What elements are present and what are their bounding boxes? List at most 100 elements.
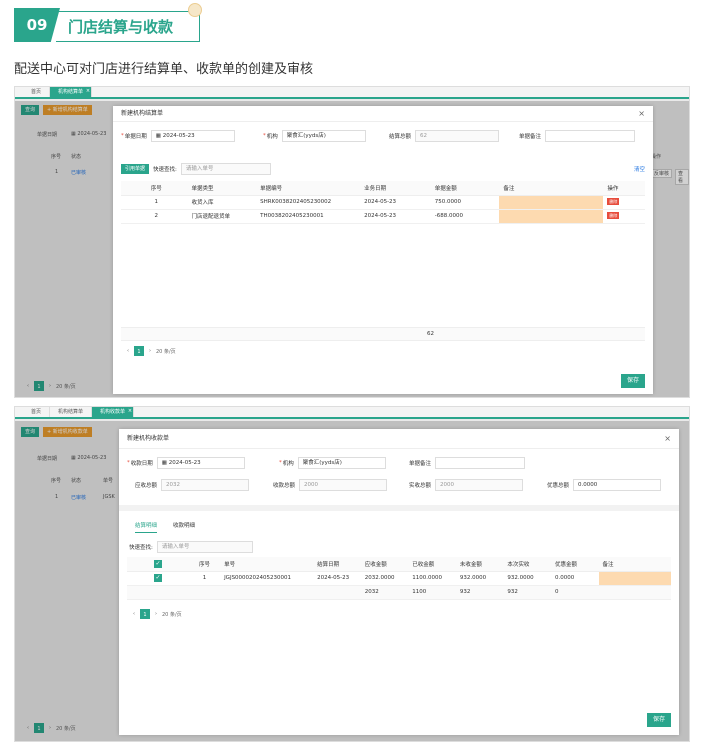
receipt-modal: 新建机构收款单 × * 收款日期 ▦ 2024-05-23 * 机构 聚食汇(yyds店)… <box>119 429 679 735</box>
modal-title-text: 新建机构收款单 <box>127 435 170 442</box>
org-input[interactable]: 聚食汇(yyds店) <box>297 457 386 469</box>
discount-label: 优惠总额 <box>547 483 570 489</box>
save-button[interactable]: 保存 <box>646 713 671 727</box>
row-checkbox[interactable]: ✓ <box>153 574 162 582</box>
recv-label: 收款总额 <box>273 483 296 489</box>
cell-remark[interactable] <box>499 195 604 210</box>
org-field: * 机构 聚食汇(yyds店) <box>263 130 366 142</box>
tab-org-settlement[interactable]: 机构结算单 × <box>50 87 93 97</box>
discount-input[interactable]: 0.0000 <box>573 479 662 491</box>
due-field: 应收总额 2032 <box>135 479 250 491</box>
tab-org-receipt[interactable]: 机构收款单 × <box>92 407 135 417</box>
remark-input[interactable] <box>545 130 636 142</box>
clear-link[interactable]: 清空 <box>634 165 645 173</box>
table-row: 2 门店退配退货单 TH0038202405230001 2024-05-23 … <box>121 209 645 224</box>
quick-search-input[interactable]: 请输入单号 <box>180 163 271 175</box>
close-icon[interactable]: × <box>638 106 645 122</box>
prev-icon[interactable]: ‹ <box>133 611 135 617</box>
page-current[interactable]: 1 <box>134 346 144 356</box>
prev-icon[interactable]: ‹ <box>127 348 129 354</box>
date-label: 收款日期 <box>130 461 153 467</box>
close-icon[interactable]: × <box>86 87 90 96</box>
sum-empty <box>127 585 185 600</box>
col-date: 业务日期 <box>360 181 431 196</box>
cell-index: 1 <box>184 571 221 586</box>
next-icon[interactable]: › <box>149 348 151 354</box>
quick-search: 快速查找: 请输入单号 <box>153 163 271 175</box>
cell-date: 2024-05-23 <box>313 571 361 586</box>
page-size[interactable]: 20 条/页 <box>156 348 176 355</box>
remark-field: 单据备注 <box>519 130 636 142</box>
total-label: 结算总额 <box>389 134 412 140</box>
col-op: 操作 <box>603 181 645 196</box>
date-input[interactable]: ▦ 2024-05-23 <box>150 130 235 142</box>
quick-label: 快速查找: <box>129 545 153 551</box>
select-all-checkbox[interactable]: ✓ <box>153 559 162 568</box>
quick-search-input[interactable]: 请输入单号 <box>156 541 253 553</box>
remark-label: 单据备注 <box>519 134 542 140</box>
col-code: 单号 <box>220 557 314 572</box>
cell-op: 删除 <box>603 195 645 210</box>
divider <box>119 505 679 511</box>
cell-discount[interactable]: 0.0000 <box>550 571 599 586</box>
date-field: * 收款日期 ▦ 2024-05-23 <box>127 457 245 469</box>
detail-table: 序号 单据类型 单据编号 业务日期 单据金额 备注 操作 1 收货入库 SHRK… <box>121 181 645 224</box>
date-input[interactable]: ▦ 2024-05-23 <box>156 457 245 469</box>
settlement-modal: 新建机构结算单 × * 单据日期 ▦ 2024-05-23 * 机构 聚食汇(yyds店)… <box>113 106 653 394</box>
delete-button[interactable]: 删除 <box>607 212 620 219</box>
tab-label: 机构收款单 <box>100 409 126 415</box>
cell-date: 2024-05-23 <box>360 209 431 224</box>
actual-label: 实收总额 <box>409 483 432 489</box>
delete-button[interactable]: 删除 <box>607 198 620 205</box>
org-label: 机构 <box>282 461 294 467</box>
cell-remark[interactable] <box>598 571 671 586</box>
date-value: 2024-05-23 <box>162 133 195 139</box>
col-index: 序号 <box>184 557 221 572</box>
cell-remark[interactable] <box>499 209 604 224</box>
sum-amount: 62 <box>427 331 434 337</box>
table-row: 1 收货入库 SHRK0038202405230002 2024-05-23 7… <box>121 195 645 210</box>
sum-empty <box>598 585 671 600</box>
actual-input: 2000 <box>435 479 524 491</box>
page-current[interactable]: 1 <box>140 609 150 619</box>
col-received: 已收金额 <box>408 557 456 572</box>
sum-unpaid: 932 <box>455 585 504 600</box>
tab-receipt-detail[interactable]: 收款明细 <box>173 521 195 533</box>
org-label: 机构 <box>266 134 278 140</box>
subtitle: 配送中心可对门店进行结算单、收款单的创建及审核 <box>14 62 314 77</box>
tab-home[interactable]: 首页 <box>23 87 51 97</box>
quick-search: 快速查找: 请输入单号 <box>129 541 253 553</box>
cell-received: 1100.0000 <box>408 571 456 586</box>
tab-settlement-detail[interactable]: 结算明细 <box>135 521 158 533</box>
close-icon[interactable]: × <box>128 407 132 416</box>
col-code: 单据编号 <box>256 181 361 196</box>
next-icon[interactable]: › <box>155 611 157 617</box>
tab-home[interactable]: 首页 <box>23 407 51 417</box>
sum-received: 1100 <box>408 585 456 600</box>
tab-org-settlement[interactable]: 机构结算单 <box>50 407 93 417</box>
cell-type: 收货入库 <box>187 195 257 210</box>
col-actual: 本次实收 <box>503 557 551 572</box>
save-button[interactable]: 保存 <box>620 374 645 388</box>
close-icon[interactable]: × <box>664 429 671 449</box>
modal-title: 新建机构结算单 × <box>113 106 653 122</box>
cell-actual[interactable]: 932.0000 <box>503 571 551 586</box>
org-input[interactable]: 聚食汇(yyds店) <box>281 130 366 142</box>
modal-pagination: ‹ 1 › 20 条/页 <box>133 609 182 619</box>
detail-tabs: 结算明细 收款明细 <box>135 521 195 533</box>
col-due: 应收金额 <box>360 557 409 572</box>
cell-op: 删除 <box>603 209 645 224</box>
screenshot-settlement: 首页 机构结算单 × 查询 + 新增机构结算单 单据日期 ▦ 2024-05-23… <box>14 86 690 398</box>
decor-dot <box>188 3 202 17</box>
remark-field: 单据备注 <box>409 457 526 469</box>
actual-field: 实收总额 2000 <box>409 479 524 491</box>
summary-row: 2032 1100 932 932 0 <box>127 585 671 600</box>
due-input: 2032 <box>161 479 250 491</box>
cell-index: 1 <box>121 195 188 210</box>
sum-discount: 0 <box>550 585 599 600</box>
reference-button[interactable]: 引用单据 <box>121 164 150 174</box>
cell-due: 2032.0000 <box>360 571 409 586</box>
remark-input[interactable] <box>435 457 526 469</box>
total-input: 62 <box>415 130 500 142</box>
page-size[interactable]: 20 条/页 <box>162 611 182 618</box>
